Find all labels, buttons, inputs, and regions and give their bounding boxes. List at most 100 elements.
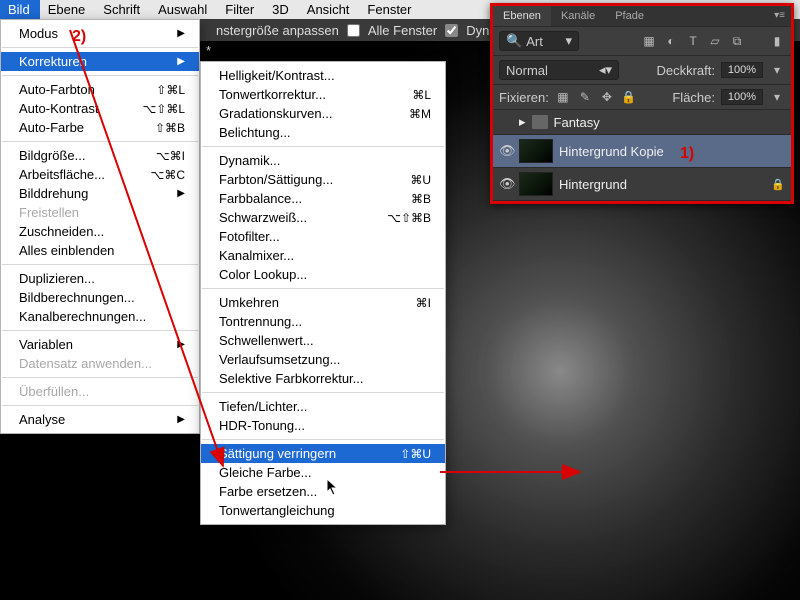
layer-hintergrund-kopie[interactable]: 👁 Hintergrund Kopie [493, 135, 791, 168]
sub-helligkeit[interactable]: Helligkeit/Kontrast... [201, 66, 445, 85]
menu-bild[interactable]: Bild [0, 0, 40, 19]
sub-tontrennung[interactable]: Tontrennung... [201, 312, 445, 331]
menu-alles-einblenden[interactable]: Alles einblenden [1, 241, 199, 260]
layer-label: Hintergrund [559, 177, 627, 192]
sub-farbe-ersetzen[interactable]: Farbe ersetzen... [201, 482, 445, 501]
menu-variablen[interactable]: Variablen▶ [1, 335, 199, 354]
menu-korrekturen[interactable]: Korrekturen▶ [1, 52, 199, 71]
menu-kanalberechnungen[interactable]: Kanalberechnungen... [1, 307, 199, 326]
filter-toggle-icon[interactable]: ▮ [769, 33, 785, 49]
filter-smart-icon[interactable]: ⧉ [729, 33, 745, 49]
separator [2, 377, 198, 378]
separator [202, 439, 444, 440]
layers-list: ▸ Fantasy 👁 Hintergrund Kopie 👁 Hintergr… [493, 109, 791, 201]
filter-type-icon[interactable]: T [685, 33, 701, 49]
fill-input[interactable]: 100% [721, 89, 763, 105]
panel-tabs: Ebenen Kanäle Pfade ▾≡ [493, 6, 791, 26]
sub-schwellenwert[interactable]: Schwellenwert... [201, 331, 445, 350]
sub-schwarzweiss[interactable]: Schwarzweiß...⌥⇧⌘B [201, 208, 445, 227]
lock-move-icon[interactable]: ✥ [599, 89, 615, 105]
all-windows-label: Alle Fenster [368, 23, 437, 38]
chevron-right-icon: ▶ [177, 28, 185, 39]
filter-pixel-icon[interactable]: ▦ [641, 33, 657, 49]
menu-ueberfuellen: Überfüllen... [1, 382, 199, 401]
layers-panel: Ebenen Kanäle Pfade ▾≡ 🔍Art▾ ▦ ◐ T ▱ ⧉ ▮… [490, 3, 794, 204]
sub-dynamik[interactable]: Dynamik... [201, 151, 445, 170]
visibility-toggle[interactable]: 👁 [499, 143, 513, 159]
lock-brush-icon[interactable]: ✎ [577, 89, 593, 105]
menu-schrift[interactable]: Schrift [95, 0, 150, 19]
opacity-stepper[interactable]: ▾ [769, 62, 785, 78]
menu-analyse[interactable]: Analyse▶ [1, 410, 199, 429]
panel-menu-icon[interactable]: ▾≡ [768, 6, 791, 26]
menu-ebene[interactable]: Ebene [40, 0, 96, 19]
fit-window-label: nstergröße anpassen [216, 23, 339, 38]
chevron-right-icon: ▶ [177, 188, 185, 199]
filter-shape-icon[interactable]: ▱ [707, 33, 723, 49]
sub-saettigung-verringern[interactable]: Sättigung verringern⇧⌘U [201, 444, 445, 463]
separator [2, 75, 198, 76]
sub-tonwert[interactable]: Tonwertkorrektur...⌘L [201, 85, 445, 104]
sub-farbton[interactable]: Farbton/Sättigung...⌘U [201, 170, 445, 189]
sub-gradation[interactable]: Gradationskurven...⌘M [201, 104, 445, 123]
opacity-label: Deckkraft: [656, 63, 715, 78]
menu-auswahl[interactable]: Auswahl [150, 0, 217, 19]
menu-modus[interactable]: Modus▶ [1, 24, 199, 43]
separator [2, 47, 198, 48]
menu-bildberechnungen[interactable]: Bildberechnungen... [1, 288, 199, 307]
layer-group-fantasy[interactable]: ▸ Fantasy [493, 110, 791, 135]
menu-auto-farbton[interactable]: Auto-Farbton⇧⌘L [1, 80, 199, 99]
sub-fotofilter[interactable]: Fotofilter... [201, 227, 445, 246]
lock-icon[interactable]: 🔒 [771, 178, 785, 191]
opacity-input[interactable]: 100% [721, 62, 763, 78]
sub-selektiv[interactable]: Selektive Farbkorrektur... [201, 369, 445, 388]
document-tab[interactable]: * [200, 41, 217, 60]
group-label: Fantasy [554, 115, 600, 130]
menu-ansicht[interactable]: Ansicht [299, 0, 360, 19]
bild-menu: Modus▶ Korrekturen▶ Auto-Farbton⇧⌘L Auto… [0, 19, 200, 434]
menu-fenster[interactable]: Fenster [359, 0, 421, 19]
tab-kanaele[interactable]: Kanäle [551, 6, 605, 26]
sub-hdr[interactable]: HDR-Tonung... [201, 416, 445, 435]
fill-stepper[interactable]: ▾ [769, 89, 785, 105]
sub-farbbalance[interactable]: Farbbalance...⌘B [201, 189, 445, 208]
menu-datensatz: Datensatz anwenden... [1, 354, 199, 373]
menu-auto-farbe[interactable]: Auto-Farbe⇧⌘B [1, 118, 199, 137]
menu-bilddrehung[interactable]: Bilddrehung▶ [1, 184, 199, 203]
disclosure-icon[interactable]: ▸ [519, 114, 526, 130]
layer-hintergrund[interactable]: 👁 Hintergrund 🔒 [493, 168, 791, 201]
visibility-toggle[interactable]: 👁 [499, 176, 513, 192]
separator [2, 264, 198, 265]
blend-mode-dropdown[interactable]: Normal◂▾ [499, 60, 619, 80]
sub-colorlookup[interactable]: Color Lookup... [201, 265, 445, 284]
dynamic-zoom-checkbox[interactable] [445, 24, 458, 37]
menu-filter[interactable]: Filter [217, 0, 264, 19]
lock-pixels-icon[interactable]: ▦ [555, 89, 571, 105]
menu-3d[interactable]: 3D [264, 0, 299, 19]
separator [2, 405, 198, 406]
tab-pfade[interactable]: Pfade [605, 6, 654, 26]
tab-ebenen[interactable]: Ebenen [493, 6, 551, 26]
layer-label: Hintergrund Kopie [559, 144, 664, 159]
lock-all-icon[interactable]: 🔒 [621, 89, 637, 105]
separator [202, 146, 444, 147]
sub-tonwertangleichung[interactable]: Tonwertangleichung [201, 501, 445, 520]
sub-umkehren[interactable]: Umkehren⌘I [201, 293, 445, 312]
menu-auto-kontrast[interactable]: Auto-Kontrast⌥⇧⌘L [1, 99, 199, 118]
sub-tiefen[interactable]: Tiefen/Lichter... [201, 397, 445, 416]
sub-belichtung[interactable]: Belichtung... [201, 123, 445, 142]
menu-zuschneiden[interactable]: Zuschneiden... [1, 222, 199, 241]
filter-adjust-icon[interactable]: ◐ [663, 33, 679, 49]
sub-gleiche-farbe[interactable]: Gleiche Farbe... [201, 463, 445, 482]
layer-thumbnail[interactable] [519, 139, 553, 163]
layer-thumbnail[interactable] [519, 172, 553, 196]
layer-filter-dropdown[interactable]: 🔍Art▾ [499, 31, 579, 51]
menu-duplizieren[interactable]: Duplizieren... [1, 269, 199, 288]
menu-arbeitsflaeche[interactable]: Arbeitsfläche...⌥⌘C [1, 165, 199, 184]
sub-kanalmixer[interactable]: Kanalmixer... [201, 246, 445, 265]
sub-verlauf[interactable]: Verlaufsumsetzung... [201, 350, 445, 369]
chevron-right-icon: ▶ [177, 414, 185, 425]
all-windows-checkbox[interactable] [347, 24, 360, 37]
menu-bildgroesse[interactable]: Bildgröße...⌥⌘I [1, 146, 199, 165]
separator [2, 330, 198, 331]
